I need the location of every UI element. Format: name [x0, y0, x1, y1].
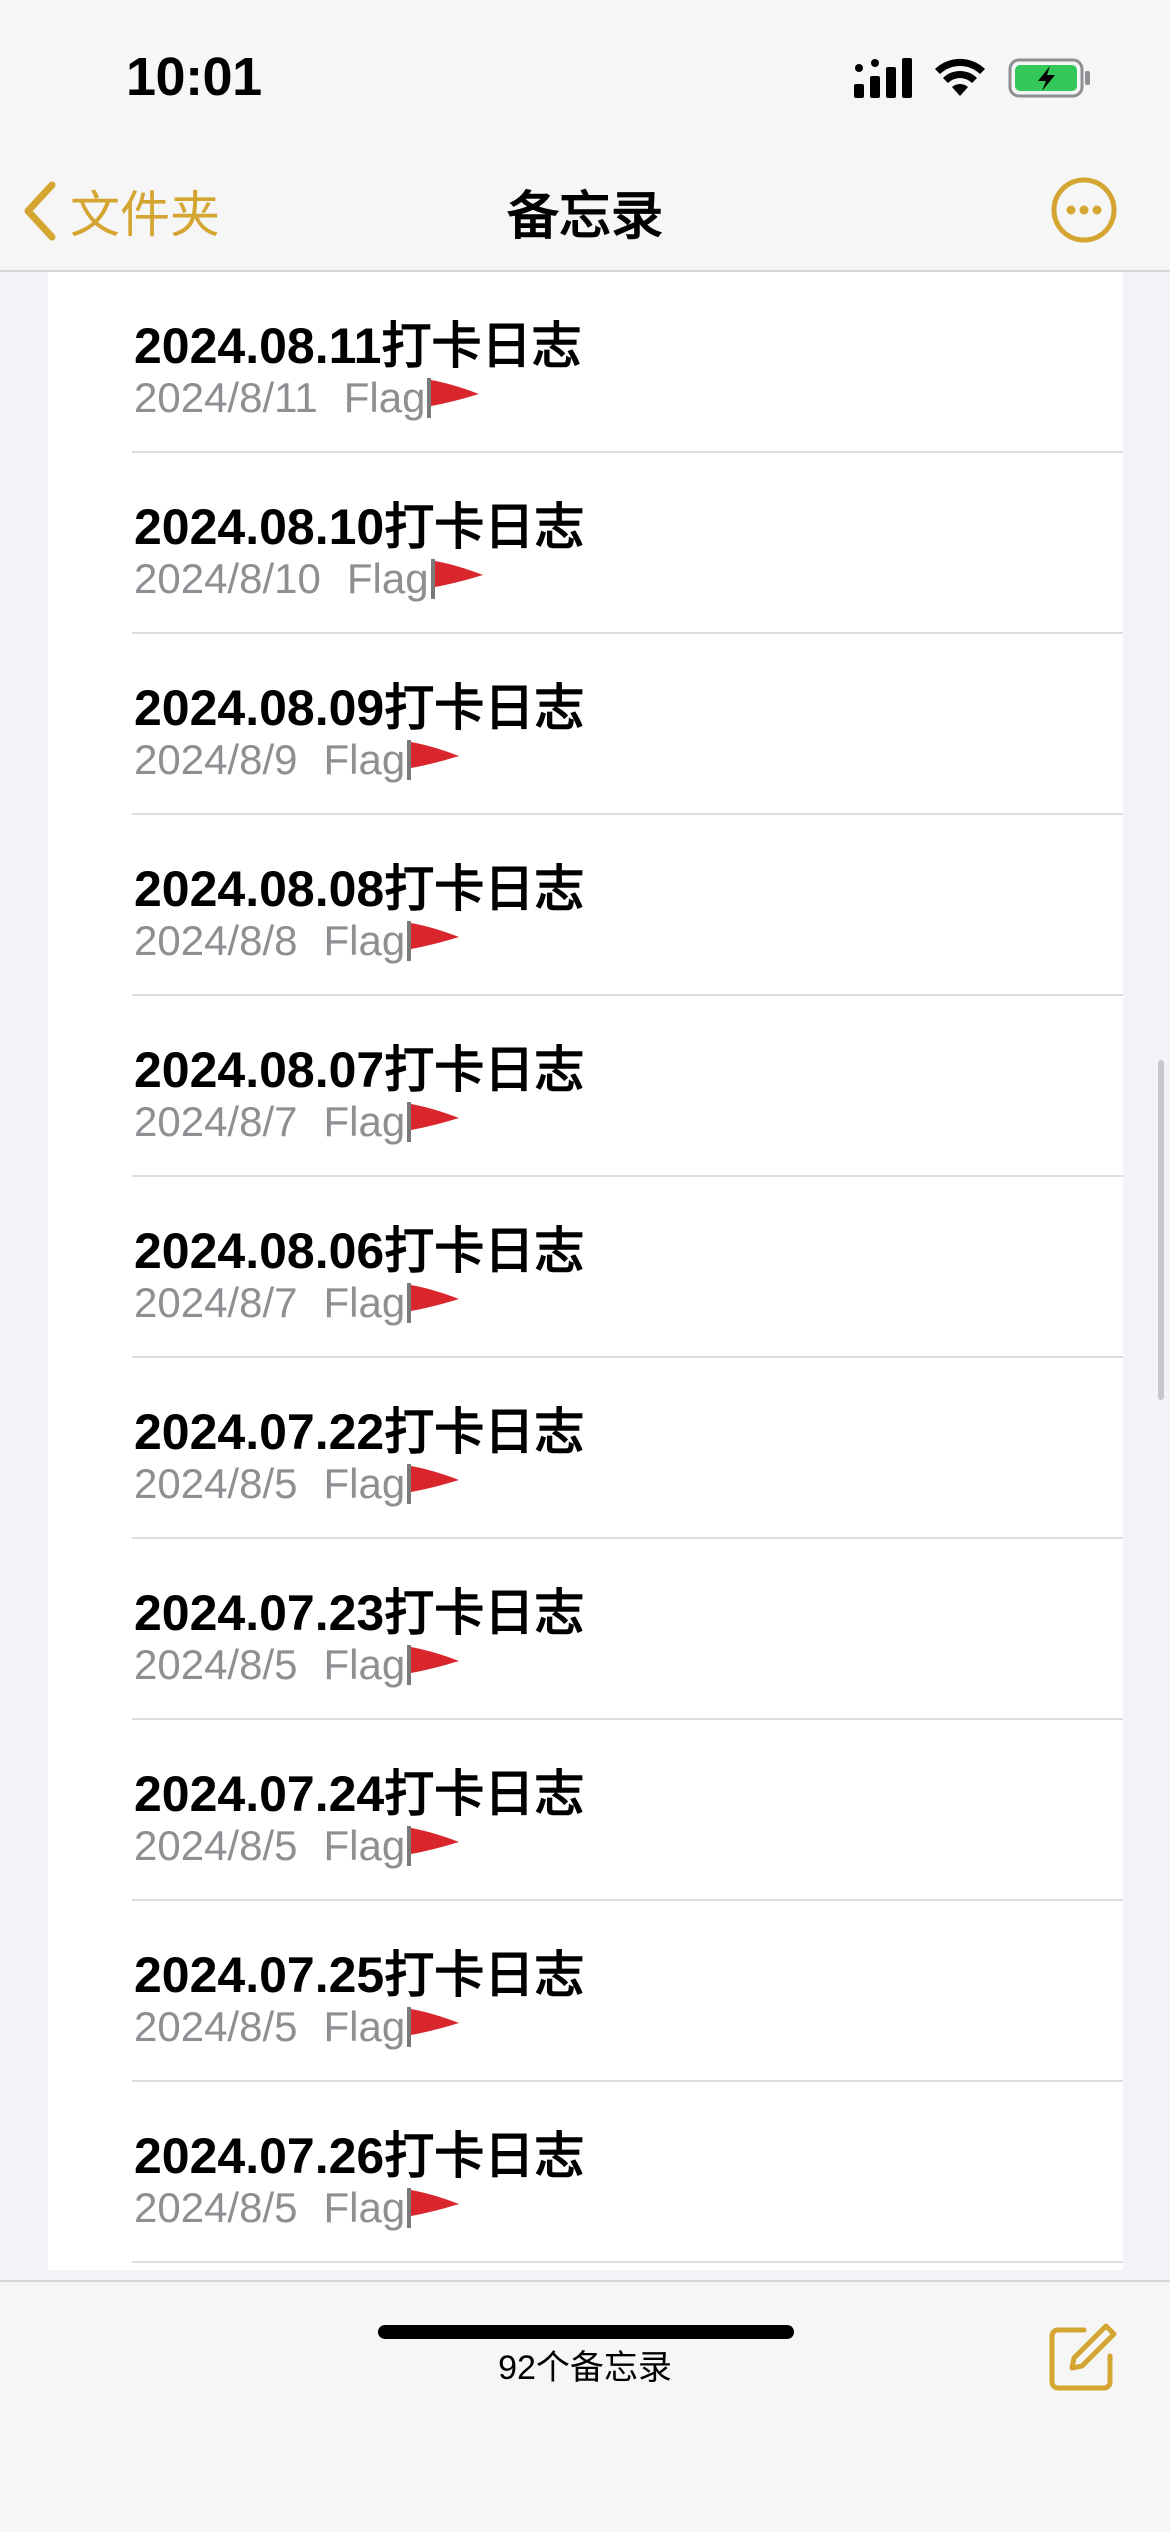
note-date: 2024/8/11	[134, 374, 318, 421]
compose-button[interactable]	[1046, 2322, 1118, 2394]
note-meta: 2024/8/5 Flag	[134, 1822, 461, 1870]
red-flag-icon	[407, 740, 460, 780]
notes-list: 2024.08.11打卡日志 2024/8/11 Flag 2024.08.10…	[48, 272, 1123, 2270]
note-meta: 2024/8/5 Flag	[134, 2003, 461, 2051]
note-date: 2024/8/5	[134, 1641, 298, 1688]
note-date: 2024/8/7	[134, 1279, 298, 1326]
note-row[interactable]: 2024.08.11打卡日志 2024/8/11 Flag	[48, 272, 1123, 453]
more-button[interactable]	[1050, 176, 1118, 244]
note-count: 92个备忘录	[498, 2349, 672, 2387]
wifi-icon	[935, 58, 985, 96]
red-flag-icon	[427, 378, 480, 418]
note-title: 2024.07.24打卡日志	[134, 1766, 585, 1822]
navigation-bar: 文件夹 备忘录	[0, 150, 1170, 272]
red-flag-icon	[407, 2188, 460, 2228]
row-divider	[132, 2261, 1123, 2263]
note-meta: 2024/8/5 Flag	[134, 1460, 461, 1508]
note-title: 2024.08.11打卡日志	[134, 318, 582, 374]
note-preview: Flag	[323, 1279, 406, 1326]
note-row[interactable]: 2024.07.23打卡日志 2024/8/5 Flag	[48, 1539, 1123, 1720]
note-title: 2024.08.06打卡日志	[134, 1223, 585, 1279]
note-meta: 2024/8/8 Flag	[134, 917, 461, 965]
note-meta: 2024/8/7 Flag	[134, 1098, 461, 1146]
note-row[interactable]: 2024.07.26打卡日志 2024/8/5 Flag	[48, 2082, 1123, 2263]
compose-icon	[1049, 2323, 1117, 2391]
red-flag-icon	[407, 2007, 460, 2047]
note-preview: Flag	[323, 2184, 406, 2231]
note-date: 2024/8/5	[134, 2003, 298, 2050]
note-meta: 2024/8/5 Flag	[134, 1641, 461, 1689]
status-icons	[854, 50, 1092, 106]
note-meta: 2024/8/5 Flag	[134, 2184, 461, 2232]
red-flag-icon	[407, 1645, 460, 1685]
note-preview: Flag	[323, 1460, 406, 1507]
note-title: 2024.07.23打卡日志	[134, 1585, 585, 1641]
red-flag-icon	[407, 1102, 460, 1142]
note-title: 2024.08.09打卡日志	[134, 680, 585, 736]
red-flag-icon	[407, 1464, 460, 1504]
note-preview: Flag	[323, 1822, 406, 1869]
note-row[interactable]: 2024.08.10打卡日志 2024/8/10 Flag	[48, 453, 1123, 634]
status-bar: 10:01	[0, 0, 1170, 150]
note-preview: Flag	[323, 736, 406, 783]
note-date: 2024/8/5	[134, 1822, 298, 1869]
battery-charging-icon	[1008, 58, 1090, 98]
note-date: 2024/8/9	[134, 736, 298, 783]
note-row[interactable]: 2024.07.25打卡日志 2024/8/5 Flag	[48, 1901, 1123, 2082]
note-meta: 2024/8/10 Flag	[134, 555, 485, 603]
red-flag-icon	[407, 1826, 460, 1866]
note-date: 2024/8/10	[134, 555, 321, 602]
scroll-indicator[interactable]	[1158, 1060, 1164, 1400]
note-title: 2024.08.08打卡日志	[134, 861, 585, 917]
note-preview: Flag	[343, 374, 426, 421]
note-preview: Flag	[323, 2003, 406, 2050]
note-title: 2024.07.26打卡日志	[134, 2128, 585, 2184]
ellipsis-circle-icon	[1051, 177, 1117, 243]
note-meta: 2024/8/11 Flag	[134, 374, 481, 422]
note-meta: 2024/8/9 Flag	[134, 736, 461, 784]
note-row[interactable]: 2024.07.22打卡日志 2024/8/5 Flag	[48, 1358, 1123, 1539]
note-row[interactable]: 2024.08.09打卡日志 2024/8/9 Flag	[48, 634, 1123, 815]
note-date: 2024/8/5	[134, 2184, 298, 2231]
red-flag-icon	[407, 1283, 460, 1323]
note-title: 2024.08.10打卡日志	[134, 499, 585, 555]
red-flag-icon	[430, 559, 483, 599]
note-title: 2024.07.25打卡日志	[134, 1947, 585, 2003]
home-indicator[interactable]	[378, 2325, 794, 2339]
red-flag-icon	[407, 921, 460, 961]
note-title: 2024.07.22打卡日志	[134, 1404, 585, 1460]
note-row[interactable]: 2024.07.24打卡日志 2024/8/5 Flag	[48, 1720, 1123, 1901]
page-title: 备忘录	[506, 188, 663, 246]
status-time: 10:01	[126, 47, 262, 107]
bottom-toolbar: 92个备忘录	[0, 2280, 1170, 2532]
note-row[interactable]: 2024.08.07打卡日志 2024/8/7 Flag	[48, 996, 1123, 1177]
note-date: 2024/8/5	[134, 1460, 298, 1507]
note-preview: Flag	[323, 917, 406, 964]
cellular-signal-icon	[854, 58, 912, 98]
note-row[interactable]: 2024.08.06打卡日志 2024/8/7 Flag	[48, 1177, 1123, 1358]
note-preview: Flag	[346, 555, 429, 602]
note-date: 2024/8/7	[134, 1098, 298, 1145]
note-preview: Flag	[323, 1098, 406, 1145]
note-preview: Flag	[323, 1641, 406, 1688]
note-meta: 2024/8/7 Flag	[134, 1279, 461, 1327]
note-date: 2024/8/8	[134, 917, 298, 964]
note-title: 2024.08.07打卡日志	[134, 1042, 585, 1098]
note-row[interactable]: 2024.08.08打卡日志 2024/8/8 Flag	[48, 815, 1123, 996]
